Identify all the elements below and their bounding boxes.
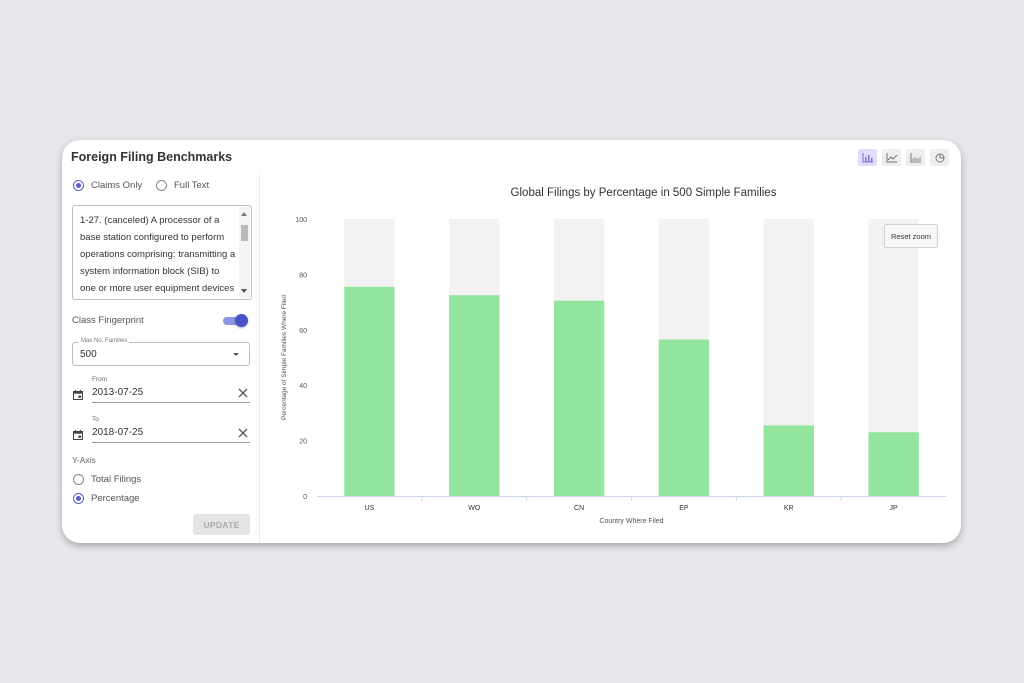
percentage-option[interactable]: Percentage (73, 493, 140, 504)
pie-chart-icon[interactable] (930, 149, 949, 166)
filter-panel: Claims Only Full Text 1-27. (canceled) A… (62, 174, 260, 543)
y-axis-label: Y-Axis (72, 455, 96, 465)
panel-title: Foreign Filing Benchmarks (71, 150, 233, 164)
max-families-value: 500 (80, 349, 97, 360)
toggle-knob[interactable] (235, 314, 248, 327)
from-underline (92, 402, 250, 403)
class-fingerprint-toggle[interactable] (223, 314, 248, 327)
x-tick-label: WO (468, 505, 481, 512)
percentage-radio[interactable] (73, 493, 84, 504)
bar (449, 295, 500, 496)
bar (553, 300, 605, 496)
total-filings-radio[interactable] (73, 474, 84, 485)
reset-zoom-button[interactable]: Reset zoom (884, 224, 938, 248)
scroll-thumb[interactable] (241, 225, 248, 241)
chart-title: Global Filings by Percentage in 500 Simp… (511, 187, 777, 199)
from-label: From (92, 376, 108, 383)
total-filings-label: Total Filings (91, 474, 142, 485)
x-axis-title: Country Where Filed (599, 518, 663, 525)
max-families-select[interactable]: Max No. Families 500 (72, 338, 250, 366)
bar (658, 339, 710, 496)
to-value[interactable]: 2018-07-25 (92, 427, 143, 438)
calendar-icon[interactable] (73, 390, 83, 400)
x-tick-label: KR (784, 505, 794, 512)
x-tick-label: US (365, 505, 375, 512)
bar (344, 286, 395, 496)
y-tick-label: 0 (303, 494, 307, 501)
update-button[interactable]: UPDATE (193, 514, 250, 535)
full-text-option[interactable]: Full Text (156, 180, 209, 191)
chart-type-switcher (858, 149, 949, 166)
clear-to-icon[interactable] (238, 428, 248, 438)
to-label: To (92, 416, 99, 423)
y-tick-label: 60 (299, 328, 307, 335)
total-filings-option[interactable]: Total Filings (73, 474, 141, 485)
x-tick-label: EP (679, 505, 689, 512)
claims-only-option[interactable]: Claims Only (73, 180, 142, 191)
max-families-label: Max No. Families (79, 338, 130, 344)
class-fingerprint-label: Class Fingerprint (72, 315, 144, 326)
y-tick-label: 20 (299, 439, 307, 446)
from-value[interactable]: 2013-07-25 (92, 387, 143, 398)
claims-only-radio[interactable] (73, 180, 84, 191)
bar-chart: Global Filings by Percentage in 500 Simp… (281, 187, 946, 525)
line-chart-icon[interactable] (882, 149, 901, 166)
percentage-label: Percentage (91, 493, 140, 504)
caret-down-icon[interactable] (233, 353, 239, 356)
scroll-up-icon[interactable] (241, 212, 247, 216)
calendar-icon[interactable] (73, 430, 83, 440)
x-tick-label: CN (574, 505, 584, 512)
clear-from-icon[interactable] (238, 388, 248, 398)
to-underline (92, 442, 250, 443)
bar (868, 432, 919, 496)
y-axis-title: Percentage of Simple Families Where File… (281, 295, 288, 420)
area-chart-icon[interactable] (906, 149, 925, 166)
y-tick-label: 40 (299, 383, 307, 390)
y-tick-label: 100 (295, 217, 307, 224)
query-textarea[interactable]: 1-27. (canceled) A processor of a base s… (72, 205, 252, 300)
scroll-down-icon[interactable] (241, 289, 247, 293)
query-text: 1-27. (canceled) A processor of a base s… (80, 215, 236, 294)
y-tick-label: 80 (299, 272, 307, 279)
claims-only-label: Claims Only (91, 180, 143, 191)
from-date-field[interactable]: From 2013-07-25 (72, 376, 250, 406)
to-date-field[interactable]: To 2018-07-25 (72, 416, 250, 446)
foreign-filing-card: Foreign Filing Benchmarks Claims Only Fu… (62, 140, 961, 543)
bar (763, 425, 814, 496)
full-text-label: Full Text (174, 180, 210, 191)
bar-chart-icon[interactable] (858, 149, 877, 166)
query-scrollbar[interactable] (239, 207, 250, 298)
full-text-radio[interactable] (156, 180, 167, 191)
x-tick-label: JP (889, 505, 898, 512)
